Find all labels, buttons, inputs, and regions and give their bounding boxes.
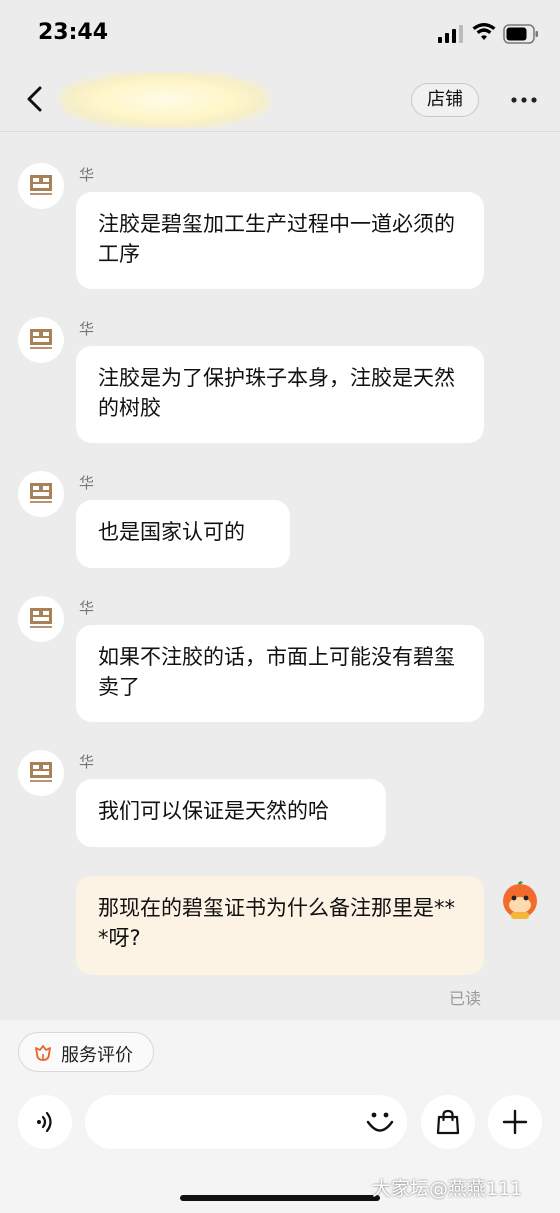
service-review-label: 服务评价 (61, 1045, 133, 1066)
blurred-store-name (60, 72, 270, 128)
shop-logo-icon (30, 483, 52, 503)
service-review-button[interactable]: 服务评价 (18, 1032, 154, 1072)
battery-icon (503, 24, 538, 44)
plus-icon (502, 1109, 528, 1135)
store-button[interactable]: 店铺 (411, 83, 479, 117)
shopping-bag-icon (436, 1109, 460, 1135)
shop-avatar[interactable] (18, 471, 64, 517)
message-bubble[interactable]: 注胶是为了保护珠子本身，注胶是天然的树胶 (76, 346, 484, 443)
message-bubble[interactable]: 如果不注胶的话，市面上可能没有碧玺卖了 (76, 625, 484, 722)
message-bubble[interactable]: 也是国家认可的 (76, 500, 290, 568)
more-actions-button[interactable] (488, 1095, 542, 1149)
sender-name: 华 (79, 166, 95, 184)
shop-logo-icon (30, 608, 52, 628)
product-button[interactable] (421, 1095, 475, 1149)
voice-icon (37, 1111, 52, 1133)
sender-name: 华 (79, 320, 95, 338)
shop-avatar[interactable] (18, 163, 64, 209)
my-message-bubble[interactable]: 那现在的碧玺证书为什么备注那里是***呀? (76, 876, 484, 975)
shop-avatar[interactable] (18, 750, 64, 796)
cellular-signal-icon (438, 25, 463, 43)
message-bubble[interactable]: 注胶是碧玺加工生产过程中一道必须的工序 (76, 192, 484, 289)
nav-bar: 店铺 (0, 66, 560, 132)
more-icon[interactable] (510, 96, 538, 104)
flower-icon (35, 1045, 51, 1061)
user-avatar-icon[interactable] (498, 879, 542, 923)
status-time: 23:44 (38, 20, 109, 45)
shop-logo-icon (30, 329, 52, 349)
shop-avatar[interactable] (18, 317, 64, 363)
home-indicator (180, 1195, 380, 1201)
back-icon[interactable] (24, 86, 46, 112)
sender-name: 华 (79, 474, 95, 492)
message-bubble[interactable]: 我们可以保证是天然的哈 (76, 779, 386, 847)
voice-input-button[interactable] (18, 1095, 72, 1149)
shop-logo-icon (30, 762, 52, 782)
emoji-icon[interactable] (365, 1107, 395, 1137)
status-bar: 23:44 (0, 0, 560, 66)
message-input[interactable] (85, 1095, 407, 1149)
sender-name: 华 (79, 599, 95, 617)
shop-avatar[interactable] (18, 596, 64, 642)
wifi-icon (472, 23, 496, 40)
sender-name: 华 (79, 753, 95, 771)
shop-logo-icon (30, 175, 52, 195)
watermark: 大家坛@燕燕111 (372, 1178, 523, 1200)
read-status: 已读 (449, 989, 482, 1008)
